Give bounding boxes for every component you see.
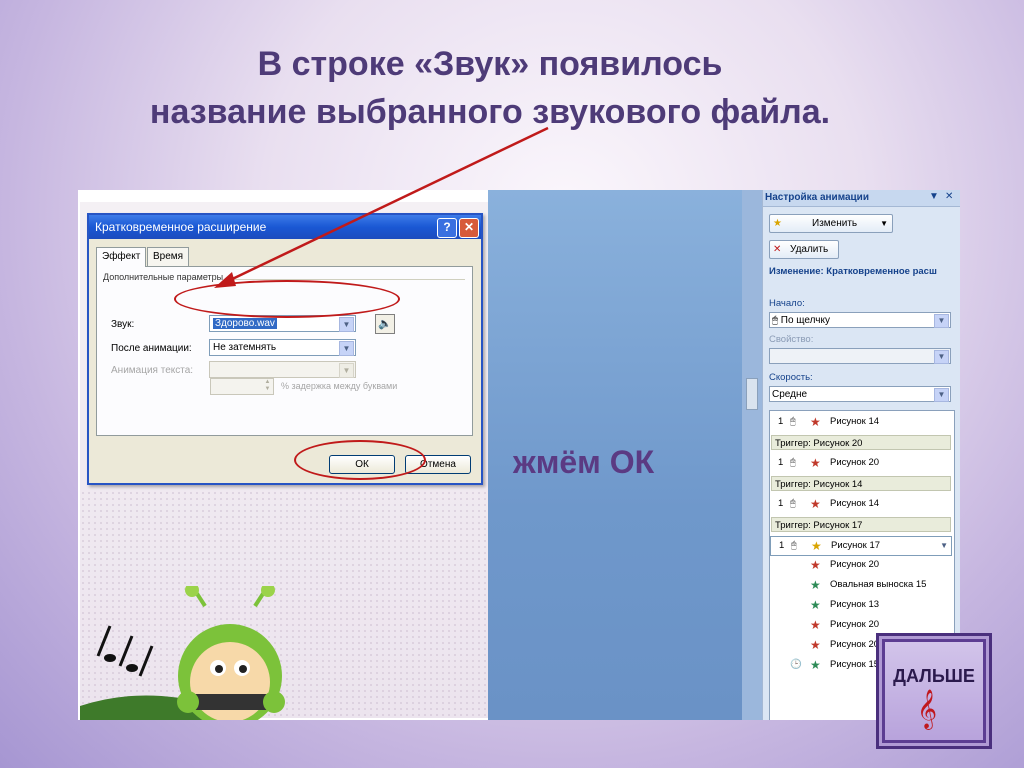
item-label: Рисунок 20 — [830, 619, 880, 630]
press-ok-note: жмём ОК — [513, 444, 655, 480]
mouse-icon: 🖱 — [791, 540, 797, 551]
title-line-1: В строке «Звук» появилось — [257, 45, 723, 83]
pane-close-icon[interactable]: ✕ — [945, 191, 953, 202]
slide-title: В строке «Звук» появилось название выбра… — [40, 40, 940, 136]
help-button[interactable]: ? — [437, 218, 457, 238]
chevron-down-icon: ▼ — [934, 388, 949, 402]
tab-time[interactable]: Время — [147, 247, 190, 267]
dialog-title-bar: Кратковременное расширение ? ✕ — [89, 215, 481, 239]
start-label: Начало: — [769, 298, 805, 309]
ok-highlight-ellipse — [294, 440, 426, 480]
animation-item[interactable]: 1 🖱 ★ Рисунок 14 — [770, 413, 950, 431]
text-animation-label: Анимация текста: — [111, 365, 194, 376]
chevron-down-icon[interactable]: ▼ — [940, 537, 948, 555]
item-label: Рисунок 15 — [830, 659, 880, 670]
item-label: Рисунок 17 — [831, 540, 881, 551]
chevron-down-icon: ▼ — [934, 350, 949, 364]
star-icon: ★ — [773, 218, 782, 229]
splitter — [742, 190, 762, 720]
effect-star-icon: ★ — [810, 415, 821, 429]
item-label: Рисунок 14 — [830, 416, 880, 427]
spin-arrows-icon: ▲ ▼ — [264, 379, 271, 392]
mouse-icon: 🖱 — [790, 498, 796, 509]
speed-select[interactable]: Средне ▼ — [769, 386, 951, 402]
delete-button[interactable]: ✕ Удалить — [769, 240, 839, 259]
item-order: 1 — [778, 498, 784, 509]
item-label: Рисунок 20 — [830, 457, 880, 468]
effect-star-icon: ★ — [810, 598, 821, 612]
title-line-2: название выбранного звукового файла. — [149, 93, 831, 131]
after-animation-label: После анимации: — [111, 343, 192, 354]
item-label: Рисунок 20 — [830, 639, 880, 650]
change-info: Изменение: Кратковременное расш — [769, 266, 937, 277]
chevron-down-icon: ▼ — [339, 341, 354, 356]
item-order: 1 — [778, 457, 784, 468]
effect-star-icon: ★ — [811, 539, 822, 553]
pane-menu-icon[interactable]: ▼ — [929, 191, 939, 202]
animation-item[interactable]: ★ Овальная выноска 15 — [770, 576, 950, 594]
sound-highlight-ellipse — [174, 280, 400, 318]
property-select[interactable]: ▼ — [769, 348, 951, 364]
speed-select-value: Средне — [772, 389, 808, 400]
chevron-down-icon: ▼ — [339, 317, 354, 332]
start-select[interactable]: 🖱 По щелчку ▼ — [769, 312, 951, 328]
chevron-down-icon: ▼ — [339, 363, 354, 378]
item-label: Рисунок 20 — [830, 559, 880, 570]
caterpillar-illustration — [80, 586, 285, 720]
splitter-handle[interactable] — [746, 378, 758, 410]
item-label: Овальная выноска 15 — [830, 579, 927, 590]
animation-item[interactable]: 1 🖱 ★ Рисунок 17 ▼ — [770, 536, 952, 556]
group-label: Дополнительные параметры — [103, 272, 224, 282]
change-button[interactable]: ★ Изменить ▼ — [769, 214, 893, 233]
effect-star-icon: ★ — [810, 558, 821, 572]
trigger-row[interactable]: Триггер: Рисунок 14 — [771, 476, 951, 491]
effect-star-icon: ★ — [810, 578, 821, 592]
item-label: Рисунок 14 — [830, 498, 880, 509]
effect-star-icon: ★ — [810, 658, 821, 672]
change-button-label: Изменить — [812, 218, 858, 229]
effect-star-icon: ★ — [810, 497, 821, 511]
chevron-down-icon: ▼ — [880, 219, 888, 228]
delete-icon: ✕ — [773, 244, 782, 255]
delay-label: % задержка между буквами — [281, 381, 398, 391]
effect-star-icon: ★ — [810, 456, 821, 470]
mouse-icon: 🖱 — [772, 315, 778, 326]
effect-star-icon: ★ — [810, 618, 821, 632]
treble-clef-icon: 𝄞 — [917, 690, 938, 728]
text-animation-select[interactable]: ▼ — [209, 361, 356, 378]
property-label: Свойство: — [769, 334, 814, 345]
trigger-row[interactable]: Триггер: Рисунок 20 — [771, 435, 951, 450]
sound-select-value: Здорово.wav — [213, 318, 277, 329]
mouse-icon: 🖱 — [790, 416, 796, 427]
tab-effect[interactable]: Эффект — [96, 247, 147, 267]
dialog-title: Кратковременное расширение — [95, 220, 267, 234]
animation-item[interactable]: ★ Рисунок 13 — [770, 596, 950, 614]
item-order: 1 — [778, 416, 784, 427]
speaker-icon[interactable]: 🔈 — [375, 314, 395, 334]
animation-item[interactable]: 1 🖱 ★ Рисунок 20 — [770, 454, 950, 472]
clock-icon: 🕒 — [790, 659, 802, 670]
item-label: Рисунок 13 — [830, 599, 880, 610]
effect-star-icon: ★ — [810, 638, 821, 652]
chevron-down-icon: ▼ — [934, 314, 949, 328]
next-button-label: ДАЛЬШЕ — [893, 666, 975, 686]
trigger-row[interactable]: Триггер: Рисунок 17 — [771, 517, 951, 532]
after-animation-select[interactable]: Не затемнять ▼ — [209, 339, 356, 356]
next-button-face: ДАЛЬШЕ 𝄞 — [885, 642, 983, 740]
animation-item[interactable]: 1 🖱 ★ Рисунок 14 — [770, 495, 950, 513]
start-select-value: По щелчку — [780, 315, 830, 326]
animation-item[interactable]: ★ Рисунок 20 — [770, 556, 950, 574]
item-order: 1 — [779, 540, 785, 551]
effect-options-dialog: Кратковременное расширение ? ✕ Эффект Вр… — [87, 213, 483, 485]
after-animation-value: Не затемнять — [213, 342, 277, 353]
close-button[interactable]: ✕ — [459, 218, 479, 238]
next-button[interactable]: ДАЛЬШЕ 𝄞 — [876, 633, 992, 749]
delete-button-label: Удалить — [790, 244, 829, 255]
mouse-icon: 🖱 — [790, 457, 796, 468]
speed-label: Скорость: — [769, 372, 813, 383]
animation-item[interactable]: ★ Рисунок 20 — [770, 616, 950, 634]
delay-spinner[interactable]: ▲ ▼ — [210, 378, 274, 395]
sound-label: Звук: — [111, 319, 135, 330]
